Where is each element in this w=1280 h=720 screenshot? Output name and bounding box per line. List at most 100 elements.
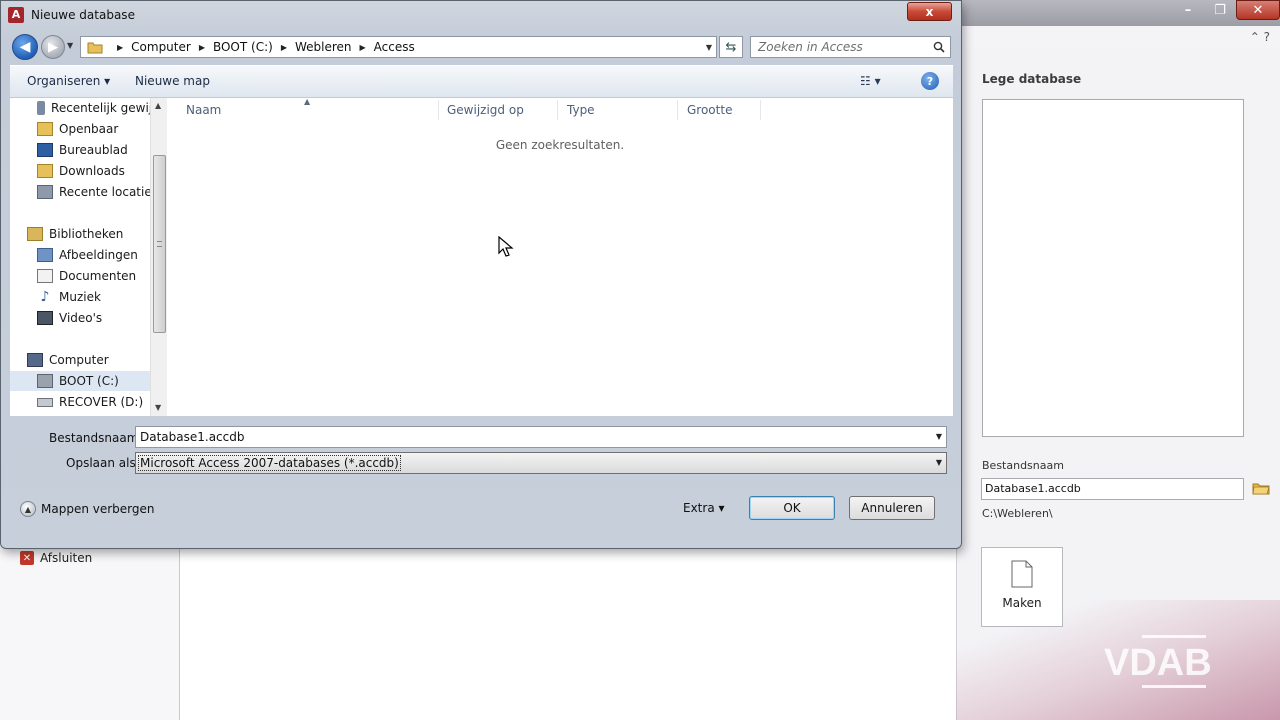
app-window-controls: – ❐ ✕ [1172, 0, 1280, 20]
refresh-button[interactable]: ⇆ [719, 36, 743, 58]
nav-item-pictures[interactable]: Afbeeldingen [37, 245, 150, 265]
filename-input[interactable]: Database1.accdb ▼ [135, 426, 947, 448]
dialog-title: Nieuwe database [31, 8, 135, 22]
column-divider[interactable] [760, 100, 761, 120]
downloads-icon [37, 164, 53, 178]
browser-content: Recentelijk gewijzigd Openbaar Bureaubla… [10, 97, 953, 416]
nav-item-videos[interactable]: Video's [37, 308, 150, 328]
recent-places-icon [37, 185, 53, 199]
column-header-type[interactable]: Type [567, 103, 595, 117]
sort-ascending-icon: ▲ [304, 97, 311, 106]
scrollbar-thumb[interactable] [153, 155, 166, 333]
forward-button[interactable]: ▶ [41, 35, 65, 59]
column-header-name[interactable]: Naam [186, 103, 221, 117]
create-button[interactable]: Maken [981, 547, 1063, 627]
ribbon-help-icons[interactable]: ⌃ ? [1250, 30, 1270, 44]
scroll-grip [157, 241, 162, 247]
column-divider[interactable] [557, 100, 558, 120]
column-divider[interactable] [677, 100, 678, 120]
drive-icon [37, 374, 53, 388]
new-database-dialog: A Nieuwe database x ◀ ▶ ▼ ▶ Computer ▶ B… [0, 0, 962, 549]
browse-folder-icon[interactable] [1252, 481, 1270, 495]
breadcrumb-webleren[interactable]: Webleren [295, 40, 352, 54]
filename-dropdown-icon[interactable]: ▼ [936, 432, 942, 441]
access-app-icon: A [8, 7, 24, 23]
nav-item-recent-places[interactable]: Recente locaties [37, 182, 150, 202]
tools-dropdown[interactable]: Extra ▾ [683, 501, 725, 515]
nav-item-music[interactable]: ♪ Muziek [37, 287, 150, 307]
restore-button[interactable]: ❐ [1204, 0, 1236, 20]
save-as-type-select[interactable]: Microsoft Access 2007-databases (*.accdb… [135, 452, 947, 474]
documents-icon [37, 269, 53, 283]
column-divider[interactable] [438, 100, 439, 120]
dialog-titlebar: A Nieuwe database x [1, 1, 961, 31]
nav-scrollbar[interactable]: ▲ ▼ [150, 98, 167, 416]
app-close-button[interactable]: ✕ [1236, 0, 1280, 20]
breadcrumb-separator[interactable]: ▶ [360, 43, 366, 52]
desktop-icon [37, 143, 53, 157]
nav-item-downloads[interactable]: Downloads [37, 161, 150, 181]
cancel-button[interactable]: Annuleren [849, 496, 935, 520]
backstage-nav [0, 545, 180, 720]
nav-item-documents[interactable]: Documenten [37, 266, 150, 286]
address-bar[interactable]: ▶ Computer ▶ BOOT (C:) ▶ Webleren ▶ Acce… [80, 36, 717, 58]
hide-folders-label: Mappen verbergen [41, 502, 155, 516]
hide-folders-button[interactable]: ▲ Mappen verbergen [20, 501, 155, 517]
breadcrumb-computer[interactable]: Computer [131, 40, 191, 54]
filename-value: Database1.accdb [140, 430, 245, 444]
scroll-down-icon[interactable]: ▼ [155, 403, 161, 412]
video-icon [37, 311, 53, 325]
scroll-up-icon[interactable]: ▲ [155, 101, 161, 110]
breadcrumb-access[interactable]: Access [374, 40, 415, 54]
empty-results-message: Geen zoekresultaten. [495, 138, 625, 152]
nav-item-libraries[interactable]: Bibliotheken [27, 224, 150, 244]
blank-database-title: Lege database [982, 72, 1082, 86]
folder-icon [37, 122, 53, 136]
dialog-close-button[interactable]: x [907, 2, 952, 21]
right-filename-input[interactable]: Database1.accdb [981, 478, 1244, 500]
nav-item-desktop[interactable]: Bureaublad [37, 140, 150, 160]
help-icon[interactable]: ? [921, 72, 939, 90]
drive-icon [37, 397, 53, 407]
template-preview [982, 99, 1244, 437]
breadcrumb-boot[interactable]: BOOT (C:) [213, 40, 273, 54]
save-as-type-dropdown-icon[interactable]: ▼ [936, 458, 942, 467]
organize-button[interactable]: Organiseren ▾ [27, 74, 110, 88]
file-list: ▲ Naam Gewijzigd op Type Grootte Geen zo… [167, 97, 953, 416]
column-header-size[interactable]: Grootte [687, 103, 732, 117]
backstage-center [180, 545, 956, 720]
computer-icon [27, 353, 43, 367]
new-folder-button[interactable]: Nieuwe map [135, 74, 210, 88]
recent-pages-dropdown[interactable]: ▼ [67, 41, 73, 50]
nav-item-openbaar[interactable]: Openbaar [37, 119, 150, 139]
breadcrumb-separator[interactable]: ▶ [281, 43, 287, 52]
search-input[interactable]: Zoeken in Access [750, 36, 951, 58]
breadcrumb-separator[interactable]: ▶ [117, 43, 123, 52]
exit-menu-item[interactable]: ✕ Afsluiten [20, 551, 92, 565]
breadcrumb-separator[interactable]: ▶ [199, 43, 205, 52]
nav-item-computer[interactable]: Computer [27, 350, 150, 370]
vdab-logo: VDAB [1104, 635, 1212, 688]
recent-icon [37, 101, 46, 115]
document-icon [1011, 560, 1033, 588]
nav-item-recover-drive[interactable]: RECOVER (D:) [37, 392, 150, 412]
save-as-type-value: Microsoft Access 2007-databases (*.accdb… [138, 455, 401, 471]
svg-text:VDAB: VDAB [1104, 642, 1212, 684]
pictures-icon [37, 248, 53, 262]
search-icon [933, 41, 945, 53]
save-path: C:\Webleren\ [982, 507, 1053, 520]
filename-label: Bestandsnaam: [49, 431, 143, 445]
exit-icon: ✕ [20, 551, 34, 565]
ok-button[interactable]: OK [749, 496, 835, 520]
collapse-up-icon: ▲ [20, 501, 36, 517]
change-view-button[interactable]: ☷ ▾ [860, 74, 881, 88]
libraries-icon [27, 227, 43, 241]
address-dropdown-icon[interactable]: ▼ [706, 43, 712, 52]
nav-item-boot-drive[interactable]: BOOT (C:) [10, 371, 150, 391]
back-button[interactable]: ◀ [12, 34, 38, 60]
column-header-modified[interactable]: Gewijzigd op [447, 103, 524, 117]
nav-item-recent[interactable]: Recentelijk gewijzigd [37, 98, 150, 118]
exit-label: Afsluiten [40, 551, 93, 565]
minimize-button[interactable]: – [1172, 0, 1204, 20]
create-label: Maken [1002, 596, 1042, 610]
